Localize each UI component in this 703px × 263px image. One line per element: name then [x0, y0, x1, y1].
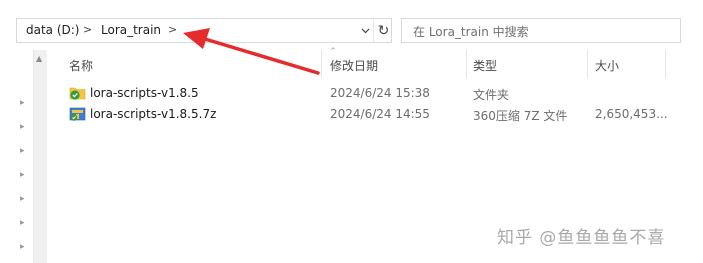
file-modified: 2024/6/24 15:38	[330, 86, 430, 100]
breadcrumb-lora-train[interactable]: Lora_train	[101, 23, 161, 37]
column-divider[interactable]	[587, 50, 588, 78]
file-type: 360压缩 7Z 文件	[473, 109, 568, 123]
pin-icon: ▸	[20, 98, 25, 108]
column-divider[interactable]	[321, 50, 322, 78]
pin-icon: ▸	[20, 194, 25, 204]
column-header-size[interactable]: 大小	[595, 57, 619, 74]
file-size: 2,650,453...	[595, 107, 668, 121]
7z-archive-icon	[69, 106, 86, 122]
pin-icon: ▸	[20, 170, 25, 180]
pin-icon: ▸	[20, 122, 25, 132]
column-divider[interactable]	[466, 50, 467, 78]
watermark: 知乎 @鱼鱼鱼鱼不喜	[497, 228, 666, 248]
navigation-scrollbar[interactable]: ▲	[33, 50, 47, 263]
column-header-type[interactable]: 类型	[473, 57, 497, 74]
breadcrumb-drive[interactable]: data (D:)	[26, 23, 80, 37]
sort-indicator-icon: ^	[330, 47, 336, 55]
search-input[interactable]: 在 Lora_train 中搜索	[401, 18, 681, 43]
folder-icon	[69, 85, 86, 101]
file-row[interactable]: lora-scripts-v1.8.5.7z 2024/6/24 14:55 3…	[60, 104, 680, 125]
file-name[interactable]: lora-scripts-v1.8.5	[90, 86, 199, 100]
breadcrumb-separator-icon[interactable]: >	[83, 23, 92, 36]
refresh-icon[interactable]: ↻	[373, 19, 393, 42]
file-type: 文件夹	[473, 88, 510, 102]
chevron-down-icon[interactable]	[357, 19, 373, 42]
pin-icon: ▸	[20, 242, 25, 252]
address-bar[interactable]: data (D:) > Lora_train > ↻	[16, 18, 392, 43]
search-placeholder: 在 Lora_train 中搜索	[413, 25, 529, 39]
file-name[interactable]: lora-scripts-v1.8.5.7z	[90, 107, 216, 121]
column-header-name[interactable]: 名称	[69, 57, 93, 74]
pin-icon: ▸	[20, 218, 25, 228]
column-divider[interactable]	[665, 50, 666, 78]
scroll-up-icon[interactable]: ▲	[36, 54, 42, 63]
file-row[interactable]: lora-scripts-v1.8.5 2024/6/24 15:38 文件夹	[60, 83, 680, 104]
breadcrumb-separator-icon[interactable]: >	[168, 23, 177, 36]
pin-icon: ▸	[20, 146, 25, 156]
file-modified: 2024/6/24 14:55	[330, 107, 430, 121]
column-header-modified[interactable]: 修改日期	[330, 57, 378, 74]
